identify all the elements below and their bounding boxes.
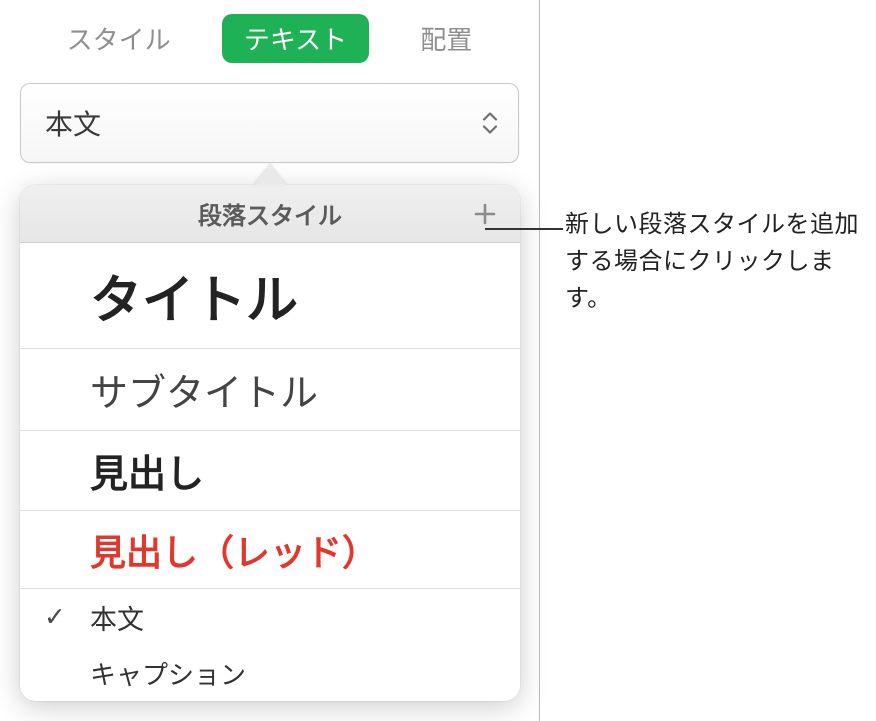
callout-text: 新しい段落スタイルを追加する場合にクリックします。 [565, 206, 865, 318]
style-option-title[interactable]: タイトル [20, 243, 520, 349]
chevron-updown-icon [482, 113, 498, 134]
paragraph-style-select[interactable]: 本文 [20, 83, 519, 163]
popover-body: 段落スタイル タイトル サブタイトル 見出し [20, 185, 520, 701]
popover-pointer [253, 164, 287, 186]
tab-arrange[interactable]: 配置 [398, 14, 494, 63]
paragraph-style-list: タイトル サブタイトル 見出し 見出し（レッド） ✓ 本文 キャプション [20, 243, 520, 701]
popover-title: 段落スタイル [198, 196, 342, 231]
style-option-label: 見出し（レッド） [90, 524, 378, 576]
style-option-heading-red[interactable]: 見出し（レッド） [20, 511, 520, 589]
style-option-label: 本文 [90, 598, 144, 637]
format-tabs: スタイル テキスト 配置 [0, 0, 539, 83]
tab-text[interactable]: テキスト [222, 14, 369, 63]
paragraph-style-current-label: 本文 [45, 103, 101, 143]
paragraph-styles-popover: 段落スタイル タイトル サブタイトル 見出し [20, 164, 520, 701]
style-option-label: サブタイトル [90, 362, 318, 417]
callout-leader-line [485, 228, 563, 230]
style-option-heading[interactable]: 見出し [20, 431, 520, 511]
checkmark-icon: ✓ [44, 602, 66, 633]
tab-style[interactable]: スタイル [45, 14, 193, 63]
style-option-label: タイトル [90, 258, 298, 333]
style-option-label: 見出し [90, 443, 204, 498]
annotation-callout: 新しい段落スタイルを追加する場合にクリックします。 [565, 206, 865, 318]
style-option-body[interactable]: ✓ 本文 [20, 589, 520, 645]
add-paragraph-style-button[interactable] [470, 199, 500, 229]
plus-icon [473, 202, 497, 226]
popover-header: 段落スタイル [20, 185, 520, 243]
style-option-label: キャプション [90, 655, 246, 692]
style-option-caption[interactable]: キャプション [20, 645, 520, 701]
format-panel: スタイル テキスト 配置 本文 段落スタイル [0, 0, 540, 721]
style-option-subtitle[interactable]: サブタイトル [20, 349, 520, 431]
paragraph-style-select-wrapper: 本文 [0, 83, 539, 163]
